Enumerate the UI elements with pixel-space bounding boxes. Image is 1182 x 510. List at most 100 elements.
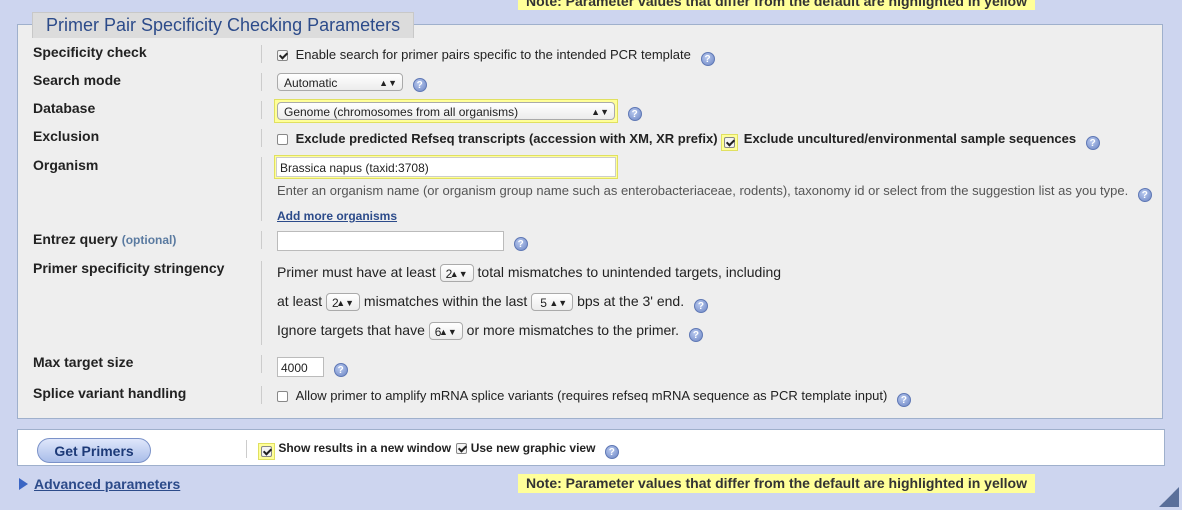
specificity-control: Enable search for primer pairs specific …: [277, 47, 715, 66]
exclusion-control: Exclude predicted Refseq transcripts (ac…: [277, 131, 1100, 151]
advanced-parameters-label: Advanced parameters: [34, 476, 181, 492]
row-stringency: Primer specificity stringency Primer mus…: [17, 259, 1163, 349]
database-select[interactable]: Genome (chromosomes from all organisms) ▲…: [277, 102, 615, 120]
splice-control: Allow primer to amplify mRNA splice vari…: [277, 388, 911, 407]
stringency-line3: Ignore targets that have 6 ▲▼ or more mis…: [277, 322, 703, 342]
exclude-uncultured-label: Exclude uncultured/environmental sample …: [743, 131, 1077, 146]
help-icon[interactable]: ?: [627, 107, 642, 122]
updown-arrow-icon: ▲▼: [449, 269, 468, 280]
max-target-label: Max target size: [33, 354, 134, 370]
exclude-uncultured-highlight: [721, 134, 739, 151]
graphic-view-label: Use new graphic view: [470, 441, 596, 455]
search-mode-value: Automatic: [284, 76, 338, 90]
line1-pre: Primer must have at least: [277, 264, 436, 280]
get-primers-button[interactable]: Get Primers: [37, 438, 151, 463]
help-icon[interactable]: ?: [513, 237, 528, 252]
stringency-line2: at least 2 ▲▼ mismatches within the last …: [277, 293, 708, 313]
entrez-optional: (optional): [121, 233, 177, 247]
exclude-refseq-checkbox[interactable]: [277, 134, 288, 145]
updown-arrow-icon: ▲▼: [549, 298, 568, 309]
divider: [261, 101, 262, 119]
splice-checkbox[interactable]: [277, 391, 288, 402]
add-organisms-wrap: Add more organisms: [277, 208, 397, 223]
section-title: Primer Pair Specificity Checking Paramet…: [32, 12, 415, 38]
row-database: Database Genome (chromosomes from all or…: [17, 99, 1163, 123]
last-bps-select[interactable]: 5 ▲▼: [531, 293, 574, 312]
divider: [261, 157, 262, 221]
row-entrez: Entrez query (optional) ?: [17, 229, 1163, 253]
stringency-line1: Primer must have at least 2 ▲▼ total mism…: [277, 264, 782, 283]
top-note: Note: Parameter values that differ from …: [518, 0, 1035, 10]
splice-label: Splice variant handling: [33, 385, 187, 401]
search-mode-label: Search mode: [33, 72, 121, 88]
database-control: Genome (chromosomes from all organisms) ▲…: [274, 99, 642, 123]
specificity-checkbox[interactable]: [277, 50, 288, 61]
search-mode-select[interactable]: Automatic ▲▼: [277, 73, 403, 91]
divider: [246, 440, 247, 458]
new-window-highlight: [258, 443, 275, 460]
row-max-target: Max target size 4000 ?: [17, 353, 1163, 378]
row-search-mode: Search mode Automatic ▲▼ ?: [17, 71, 1163, 93]
help-icon[interactable]: ?: [688, 328, 703, 342]
organism-hint: Enter an organism name (or organism grou…: [277, 183, 1129, 198]
new-window-checkbox[interactable]: [261, 446, 272, 457]
row-organism: Organism Brassica napus (taxid:3708) Ent…: [17, 155, 1163, 225]
graphic-view-checkbox[interactable]: [456, 443, 468, 454]
organism-input[interactable]: Brassica napus (taxid:3708): [276, 157, 616, 177]
row-specificity: Specificity check Enable search for prim…: [17, 43, 1163, 66]
advanced-parameters-toggle[interactable]: Advanced parameters: [19, 476, 180, 492]
last-bps-value: 5: [540, 296, 547, 311]
divider: [261, 355, 262, 373]
new-window-label: Show results in a new window: [278, 441, 452, 455]
line2-mid: mismatches within the last: [363, 293, 528, 309]
organism-label: Organism: [33, 157, 99, 173]
total-mismatches-select[interactable]: 2 ▲▼: [439, 264, 474, 283]
specificity-checkbox-label: Enable search for primer pairs specific …: [295, 47, 691, 62]
specificity-label: Specificity check: [33, 44, 147, 60]
help-icon[interactable]: ?: [333, 363, 348, 378]
search-mode-control: Automatic ▲▼ ?: [277, 73, 427, 93]
divider: [261, 45, 262, 63]
max-target-input[interactable]: 4000: [277, 357, 324, 377]
help-icon[interactable]: ?: [1137, 188, 1152, 202]
max-target-control: 4000 ?: [277, 357, 348, 378]
entrez-input[interactable]: [277, 231, 504, 251]
line2-pre: at least: [277, 293, 323, 309]
organism-highlight: Brassica napus (taxid:3708): [274, 155, 618, 179]
help-icon[interactable]: ?: [700, 52, 715, 66]
line1-post: total mismatches to unintended targets, …: [477, 264, 782, 280]
organism-input-wrap: Brassica napus (taxid:3708): [274, 155, 618, 179]
updown-arrow-icon: ▲▼: [379, 78, 397, 88]
entrez-label: Entrez query: [33, 231, 118, 247]
divider: [261, 261, 262, 345]
database-highlight: Genome (chromosomes from all organisms) ▲…: [274, 99, 618, 123]
bottom-note: Note: Parameter values that differ from …: [518, 474, 1035, 493]
exclude-refseq-label: Exclude predicted Refseq transcripts (ac…: [295, 131, 718, 146]
add-more-organisms-link[interactable]: Add more organisms: [277, 209, 397, 223]
database-label: Database: [33, 100, 96, 116]
exclusion-label: Exclusion: [33, 128, 100, 144]
stringency-label: Primer specificity stringency: [33, 260, 225, 276]
help-icon[interactable]: ?: [412, 78, 427, 93]
divider: [261, 129, 262, 147]
help-icon[interactable]: ?: [604, 445, 619, 459]
mismatches-3prime-select[interactable]: 2 ▲▼: [326, 293, 361, 312]
line2-post: bps at the 3' end.: [577, 293, 685, 309]
ignore-mismatches-select[interactable]: 6 ▲▼: [428, 322, 463, 341]
row-splice: Splice variant handling Allow primer to …: [17, 384, 1163, 407]
divider: [261, 73, 262, 91]
help-icon[interactable]: ?: [693, 299, 708, 313]
line3-post: or more mismatches to the primer.: [466, 322, 680, 338]
help-icon[interactable]: ?: [896, 393, 911, 407]
result-options: Show results in a new window Use new gra…: [258, 441, 619, 460]
divider: [261, 231, 262, 249]
updown-arrow-icon: ▲▼: [336, 298, 355, 309]
help-icon[interactable]: ?: [1085, 136, 1100, 150]
divider: [261, 386, 262, 404]
exclude-uncultured-checkbox[interactable]: [724, 137, 736, 148]
splice-checkbox-label: Allow primer to amplify mRNA splice vari…: [295, 388, 888, 403]
expand-triangle-icon: [19, 478, 28, 490]
line3-pre: Ignore targets that have: [277, 322, 425, 338]
entrez-control: ?: [277, 231, 528, 252]
resize-handle-icon[interactable]: [1159, 487, 1179, 507]
